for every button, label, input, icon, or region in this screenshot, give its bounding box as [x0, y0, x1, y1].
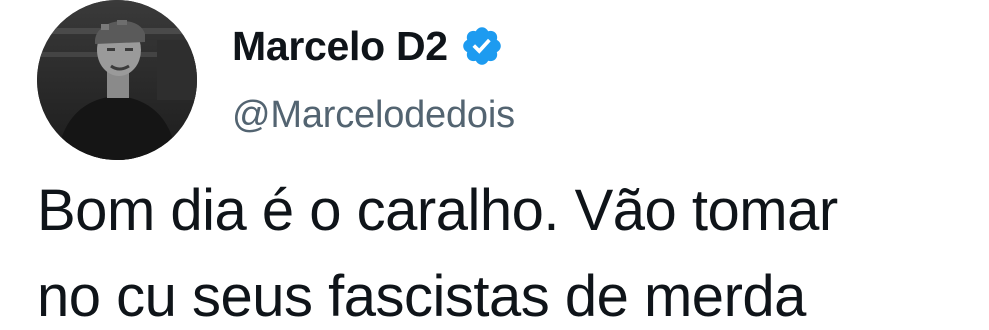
tweet-text: Bom dia é o caralho. Vão tomar no cu seu…: [37, 168, 982, 330]
display-name[interactable]: Marcelo D2: [232, 23, 448, 70]
avatar[interactable]: [37, 0, 197, 160]
tweet-card: Marcelo D2 @Marcelodedois Bom dia é o ca…: [0, 0, 989, 330]
user-handle[interactable]: @Marcelodedois: [232, 94, 515, 137]
tweet-text-line: no cu seus fascistas de merda: [37, 264, 806, 329]
profile-photo: [37, 0, 197, 160]
display-name-row: Marcelo D2: [232, 18, 515, 74]
tweet-text-line: Bom dia é o caralho. Vão tomar: [37, 178, 838, 243]
author-block: Marcelo D2 @Marcelodedois: [232, 18, 515, 137]
verified-badge-icon: [460, 24, 504, 68]
